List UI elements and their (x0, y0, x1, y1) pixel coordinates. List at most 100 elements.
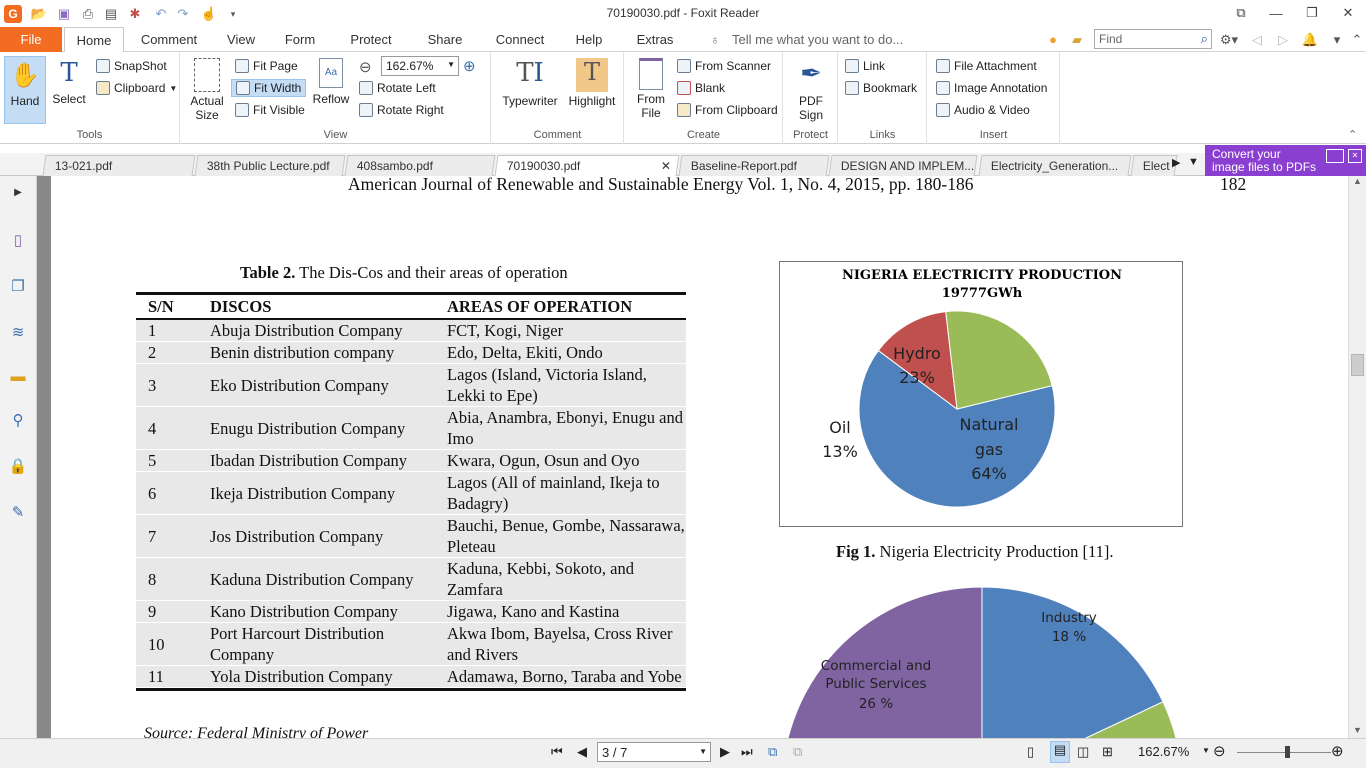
facing-pages-icon[interactable]: ◫ (1077, 744, 1089, 760)
smiley-icon[interactable]: ● (1044, 27, 1062, 52)
nav-forward-icon[interactable]: ▷ (1276, 27, 1290, 52)
tab-label: DESIGN AND IMPLEM... (840, 159, 975, 173)
select-tool-button[interactable]: T Select (48, 58, 90, 106)
expand-panel-icon[interactable]: ▶ (8, 182, 28, 202)
next-page-icon[interactable]: ▶ (720, 744, 730, 760)
area-cell: Lagos (All of mainland, Ikeja to Badagry… (435, 471, 686, 515)
pages-icon[interactable]: ❐ (8, 276, 28, 296)
menu-file[interactable]: File (0, 27, 62, 52)
zoom-out-button[interactable]: ⊖ (359, 58, 372, 76)
search-icon[interactable]: ⌕ (1201, 31, 1208, 47)
tab-baseline-report[interactable]: Baseline-Report.pdf (678, 155, 830, 176)
menu-comment[interactable]: Comment (134, 27, 204, 52)
link-button[interactable]: Link (845, 59, 885, 73)
fit-page-button[interactable]: Fit Page (235, 59, 298, 73)
layers-icon[interactable]: ≋ (8, 322, 28, 342)
tabs-list-dropdown-icon[interactable]: ▼ (1188, 156, 1199, 168)
minimize-button[interactable]: — (1261, 3, 1291, 23)
tab-design-and-implem[interactable]: DESIGN AND IMPLEM... (828, 155, 978, 176)
rotate-right-button[interactable]: Rotate Right (359, 103, 444, 117)
menu-connect[interactable]: Connect (490, 27, 550, 52)
header-sn: S/N (136, 295, 198, 320)
tab-38th-public-lecture[interactable]: 38th Public Lecture.pdf (194, 155, 346, 176)
next-view-icon[interactable]: ⧉ (793, 744, 802, 760)
image-annotation-button[interactable]: Image Annotation (936, 81, 1047, 95)
fit-width-button[interactable]: Fit Width (231, 79, 307, 97)
close-tab-icon[interactable]: ✕ (661, 156, 671, 177)
zoom-in-icon[interactable]: ⊕ (1331, 742, 1344, 760)
hand-tool-button[interactable]: ✋ Hand (4, 56, 46, 124)
vertical-scrollbar[interactable]: ▲ ▼ (1348, 176, 1366, 738)
single-page-icon[interactable]: ▯ (1027, 744, 1034, 760)
highlight-label: Highlight (568, 94, 616, 108)
menu-extras[interactable]: Extras (629, 27, 681, 52)
last-page-icon[interactable]: ⏭ (741, 744, 753, 760)
menu-view[interactable]: View (218, 27, 264, 52)
find-input[interactable]: Find ⌕ (1094, 29, 1212, 49)
tab-electricity-generation[interactable]: Electricity_Generation... (978, 155, 1132, 176)
menu-share[interactable]: Share (419, 27, 471, 52)
from-scanner-button[interactable]: From Scanner (677, 59, 771, 73)
reflow-button[interactable]: Aa Reflow (311, 58, 351, 106)
pdf-sign-button[interactable]: ✒ PDF Sign (790, 58, 832, 122)
comments-icon[interactable]: ▬ (8, 366, 28, 386)
signature-icon[interactable]: ✎ (8, 502, 28, 522)
tab-13-021[interactable]: 13-021.pdf (42, 155, 196, 176)
continuous-facing-icon[interactable]: ⊞ (1102, 744, 1113, 760)
continuous-page-icon[interactable]: ▤ (1050, 741, 1070, 763)
settings-gear-icon[interactable]: ⚙▾ (1216, 27, 1242, 52)
tab-70190030[interactable]: 70190030.pdf ✕ (494, 155, 680, 177)
area-cell: Abia, Anambra, Ebonyi, Enugu and Imo (435, 406, 686, 450)
scroll-up-icon[interactable]: ▲ (1353, 176, 1362, 186)
nav-back-icon[interactable]: ◁ (1250, 27, 1264, 52)
actual-size-button[interactable]: Actual Size (187, 58, 227, 122)
tab-408sambo[interactable]: 408sambo.pdf (344, 155, 496, 176)
previous-page-icon[interactable]: ◀ (577, 744, 587, 760)
bookmark-button[interactable]: Bookmark (845, 81, 917, 95)
collapse-ribbon-icon[interactable]: ⌃ (1350, 27, 1364, 52)
close-button[interactable]: ✕ (1333, 3, 1363, 23)
tabs-scroll-right-icon[interactable]: ▶ (1172, 156, 1180, 169)
previous-view-icon[interactable]: ⧉ (768, 744, 777, 760)
security-lock-icon[interactable]: 🔒 (8, 456, 28, 476)
maximize-button[interactable]: ❐ (1297, 3, 1327, 23)
collapse-ribbon-chevron-icon[interactable]: ⌃ (1348, 128, 1357, 141)
zoom-out-icon[interactable]: ⊖ (1213, 742, 1226, 760)
promo-close-icon[interactable]: ✕ (1348, 149, 1362, 163)
find-folder-icon[interactable]: ▰ (1068, 27, 1086, 52)
from-file-button[interactable]: From File (631, 58, 671, 120)
file-attachment-button[interactable]: File Attachment (936, 59, 1037, 73)
account-icon[interactable]: ▾ (1328, 27, 1346, 52)
highlight-button[interactable]: T Highlight (566, 58, 618, 108)
blank-button[interactable]: Blank (677, 81, 725, 95)
menu-home[interactable]: Home (64, 27, 124, 53)
convert-promo-banner[interactable]: Convert your image files to PDFs ✕ (1205, 145, 1366, 176)
tell-me-input[interactable]: Tell me what you want to do... (732, 27, 922, 52)
scroll-thumb[interactable] (1351, 354, 1364, 376)
page-number-input[interactable]: 3 / 7 ▼ (597, 742, 711, 762)
zoom-combo[interactable]: 162.67% ▼ (381, 56, 459, 76)
zoom-slider[interactable] (1237, 746, 1331, 758)
menu-help[interactable]: Help (569, 27, 609, 52)
tab-elect[interactable]: Elect (1130, 155, 1178, 176)
snapshot-button[interactable]: SnapShot (96, 59, 167, 73)
zoom-slider-handle[interactable] (1285, 746, 1290, 758)
fit-visible-button[interactable]: Fit Visible (235, 103, 305, 117)
from-scanner-label: From Scanner (695, 59, 772, 73)
audio-video-button[interactable]: Audio & Video (936, 103, 1030, 117)
rotate-left-button[interactable]: Rotate Left (359, 81, 436, 95)
menu-protect[interactable]: Protect (340, 27, 402, 52)
scroll-down-icon[interactable]: ▼ (1353, 725, 1362, 735)
zoom-level[interactable]: 162.67% (1138, 744, 1189, 759)
first-page-icon[interactable]: ⏮ (551, 744, 563, 760)
menu-form[interactable]: Form (277, 27, 323, 52)
from-clipboard-button[interactable]: From Clipboard (677, 103, 778, 117)
attachments-icon[interactable]: ⚲ (8, 410, 28, 430)
page-thumbnails-icon[interactable]: ▯ (8, 230, 28, 250)
zoom-in-button[interactable]: ⊕ (463, 57, 476, 75)
zoom-dropdown-icon[interactable]: ▼ (1202, 746, 1210, 755)
clipboard-button[interactable]: Clipboard ▼ (96, 81, 177, 95)
notification-bell-icon[interactable]: 🔔 (1298, 27, 1322, 52)
typewriter-button[interactable]: TI Typewriter (498, 58, 562, 108)
restore-ribbon-icon[interactable]: ⧉ (1226, 3, 1256, 23)
